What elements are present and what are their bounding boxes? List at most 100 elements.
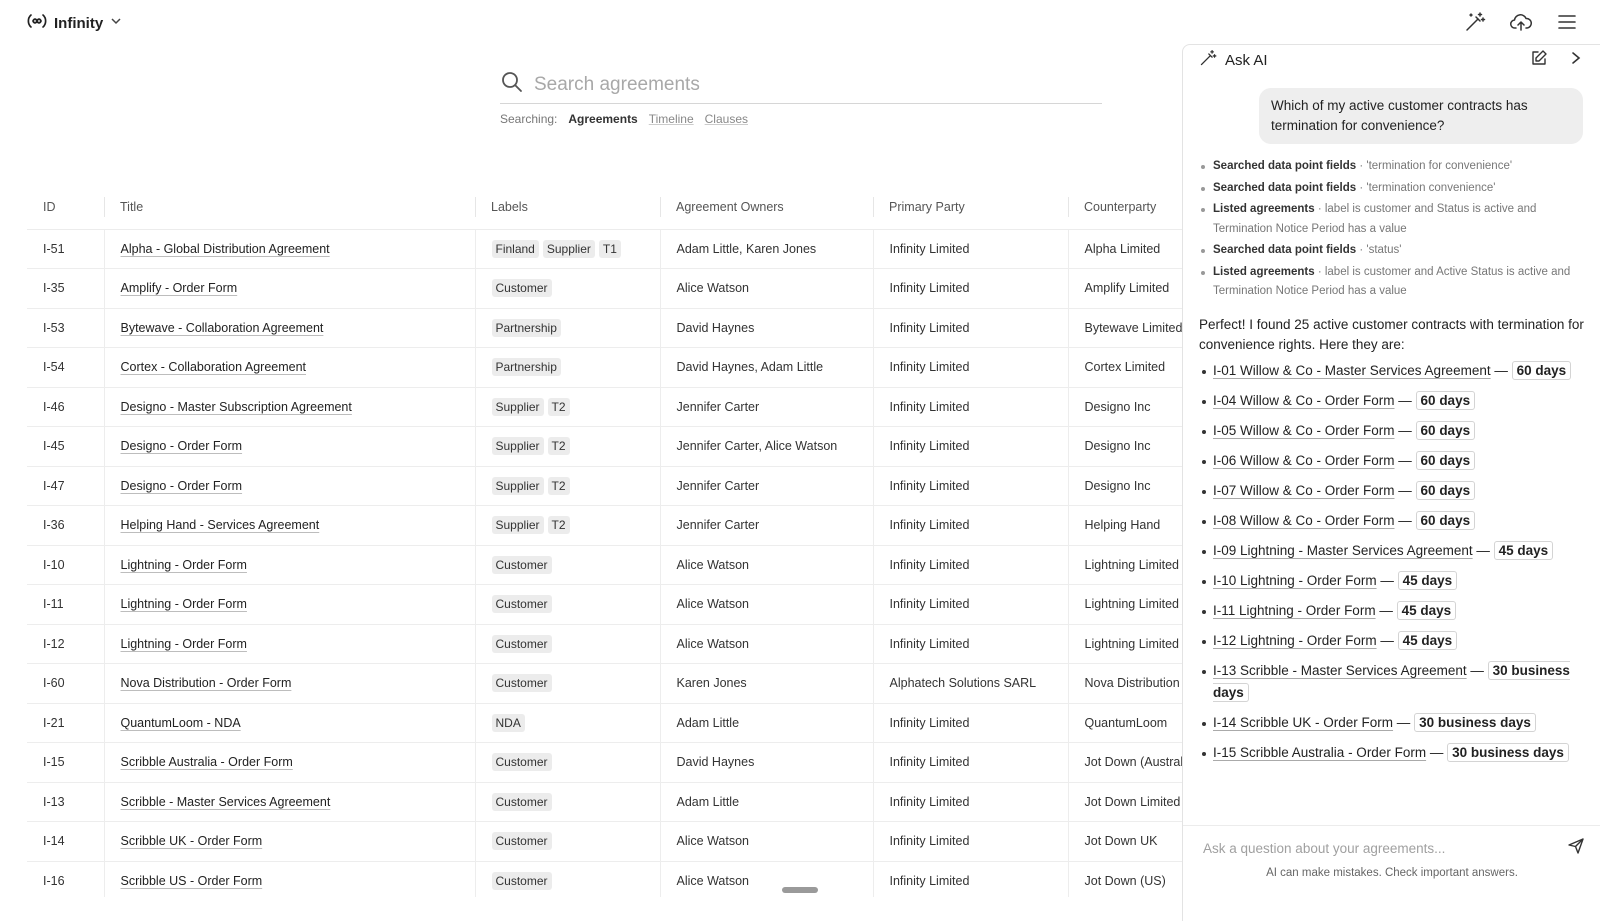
- workspace-switcher[interactable]: Infinity: [26, 10, 123, 37]
- label-tag[interactable]: Supplier: [491, 437, 544, 456]
- label-tag[interactable]: Finland: [491, 239, 539, 258]
- agreement-title-link[interactable]: Bytewave - Collaboration Agreement: [121, 321, 324, 335]
- label-tag[interactable]: Supplier: [491, 476, 544, 495]
- agreements-table-container[interactable]: ID Title Labels Agreement Owners Primary…: [27, 185, 1184, 897]
- agreement-link[interactable]: I-06 Willow & Co - Order Form: [1213, 453, 1395, 468]
- agreement-title-link[interactable]: Scribble UK - Order Form: [121, 834, 263, 848]
- scope-timeline[interactable]: Timeline: [649, 112, 694, 126]
- label-tag[interactable]: NDA: [491, 713, 525, 732]
- agreement-link[interactable]: I-05 Willow & Co - Order Form: [1213, 423, 1395, 438]
- agreement-link[interactable]: I-11 Lightning - Order Form: [1213, 603, 1376, 618]
- agreement-link[interactable]: I-10 Lightning - Order Form: [1213, 573, 1377, 588]
- agreement-title-link[interactable]: Designo - Order Form: [121, 439, 243, 453]
- label-tag[interactable]: Customer: [491, 595, 552, 614]
- drag-handle[interactable]: [782, 887, 818, 893]
- agreement-title-link[interactable]: Lightning - Order Form: [121, 558, 247, 572]
- agreement-link[interactable]: I-07 Willow & Co - Order Form: [1213, 483, 1395, 498]
- column-header-id[interactable]: ID: [27, 185, 104, 230]
- label-tag[interactable]: T1: [598, 239, 621, 258]
- magic-wand-icon: [1199, 49, 1217, 72]
- agreement-link[interactable]: I-09 Lightning - Master Services Agreeme…: [1213, 543, 1473, 558]
- agreement-title-link[interactable]: Designo - Master Subscription Agreement: [121, 400, 352, 414]
- send-icon[interactable]: [1567, 837, 1585, 860]
- agreement-title-link[interactable]: Nova Distribution - Order Form: [121, 676, 292, 690]
- label-tag[interactable]: Customer: [491, 792, 552, 811]
- table-row[interactable]: I-51 Alpha - Global Distribution Agreemen…: [27, 229, 1184, 269]
- table-row[interactable]: I-60 Nova Distribution - Order Form Custom…: [27, 663, 1184, 704]
- agreement-link[interactable]: I-08 Willow & Co - Order Form: [1213, 513, 1395, 528]
- agreement-title-link[interactable]: Lightning - Order Form: [121, 597, 247, 611]
- agreement-link[interactable]: I-04 Willow & Co - Order Form: [1213, 393, 1395, 408]
- label-tag[interactable]: T2: [547, 516, 570, 535]
- label-tag[interactable]: Supplier: [491, 397, 544, 416]
- table-row[interactable]: I-16 Scribble US - Order Form Customer Alic…: [27, 861, 1184, 897]
- table-row[interactable]: I-45 Designo - Order Form Supplier T2 Jennif…: [27, 426, 1184, 467]
- agreement-title-link[interactable]: Helping Hand - Services Agreement: [121, 518, 320, 532]
- chevron-right-icon[interactable]: [1568, 49, 1584, 72]
- table-row[interactable]: I-12 Lightning - Order Form Customer Alice …: [27, 624, 1184, 664]
- table-row[interactable]: I-21 QuantumLoom - NDA NDA Adam Little Infin…: [27, 703, 1184, 743]
- scope-clauses[interactable]: Clauses: [705, 112, 748, 126]
- cloud-upload-icon[interactable]: [1508, 9, 1534, 35]
- hamburger-menu-icon[interactable]: [1554, 9, 1580, 35]
- top-actions: [1462, 9, 1580, 35]
- label-tag[interactable]: Customer: [491, 753, 552, 772]
- search-input[interactable]: [534, 73, 1074, 96]
- label-tag[interactable]: Customer: [491, 555, 552, 574]
- column-header-counterparty[interactable]: Counterparty: [1068, 185, 1184, 230]
- column-header-labels[interactable]: Labels: [475, 185, 660, 230]
- table-row[interactable]: I-13 Scribble - Master Services Agreement…: [27, 782, 1184, 822]
- label-tag[interactable]: T2: [547, 476, 570, 495]
- agreement-title-link[interactable]: Lightning - Order Form: [121, 637, 247, 651]
- table-row[interactable]: I-14 Scribble UK - Order Form Customer Alic…: [27, 821, 1184, 862]
- table-row[interactable]: I-36 Helping Hand - Services Agreement Sup…: [27, 505, 1184, 546]
- cell-title: Designo - Order Form: [103, 426, 475, 467]
- label-tag[interactable]: Customer: [491, 634, 552, 653]
- table-row[interactable]: I-15 Scribble Australia - Order Form Custo…: [27, 742, 1184, 783]
- table-row[interactable]: I-11 Lightning - Order Form Customer Alice …: [27, 584, 1184, 625]
- table-row[interactable]: I-54 Cortex - Collaboration Agreement Part…: [27, 347, 1184, 388]
- agreement-title-link[interactable]: Scribble US - Order Form: [121, 874, 263, 888]
- agreement-title-link[interactable]: Cortex - Collaboration Agreement: [121, 360, 307, 374]
- ai-question-input[interactable]: [1203, 841, 1567, 856]
- agreement-link[interactable]: I-12 Lightning - Order Form: [1213, 633, 1377, 648]
- agreement-title-link[interactable]: Alpha - Global Distribution Agreement: [121, 242, 330, 256]
- cell-owners: David Haynes, Adam Little: [659, 347, 873, 388]
- table-row[interactable]: I-53 Bytewave - Collaboration Agreement Pa…: [27, 308, 1184, 348]
- agreement-title-link[interactable]: QuantumLoom - NDA: [121, 716, 241, 730]
- agreement-title-link[interactable]: Designo - Order Form: [121, 479, 243, 493]
- edit-icon[interactable]: [1530, 49, 1548, 72]
- column-header-owners[interactable]: Agreement Owners: [660, 185, 873, 230]
- agreement-title-link[interactable]: Amplify - Order Form: [121, 281, 238, 295]
- table-row[interactable]: I-35 Amplify - Order Form Customer Alice Wa…: [27, 268, 1184, 309]
- label-tag[interactable]: T2: [547, 397, 570, 416]
- agreement-link[interactable]: I-13 Scribble - Master Services Agreemen…: [1213, 663, 1467, 678]
- label-tag[interactable]: Customer: [491, 871, 552, 890]
- table-row[interactable]: I-10 Lightning - Order Form Customer Alice …: [27, 545, 1184, 585]
- table-row[interactable]: I-46 Designo - Master Subscription Agreem…: [27, 387, 1184, 427]
- label-tag[interactable]: T2: [547, 437, 570, 456]
- label-tag[interactable]: Supplier: [542, 239, 595, 258]
- table-row[interactable]: I-47 Designo - Order Form Supplier T2 Jennif…: [27, 466, 1184, 506]
- label-tag[interactable]: Supplier: [491, 516, 544, 535]
- label-tag[interactable]: Customer: [491, 832, 552, 851]
- agreement-link[interactable]: I-14 Scribble UK - Order Form: [1213, 715, 1393, 730]
- column-header-primary-party[interactable]: Primary Party: [873, 185, 1068, 230]
- cell-id: I-14: [27, 821, 104, 862]
- agreement-title-link[interactable]: Scribble Australia - Order Form: [121, 755, 293, 769]
- cell-title: Lightning - Order Form: [103, 624, 475, 664]
- cell-owners: Karen Jones: [659, 663, 873, 704]
- column-header-title[interactable]: Title: [104, 185, 475, 230]
- label-tag[interactable]: Customer: [491, 279, 552, 298]
- agreement-title-link[interactable]: Scribble - Master Services Agreement: [121, 795, 331, 809]
- cell-counterparty: Designo Inc: [1067, 387, 1184, 427]
- ai-step-detail: · 'termination convenience': [1356, 181, 1496, 194]
- label-tag[interactable]: Customer: [491, 674, 552, 693]
- agreement-link[interactable]: I-01 Willow & Co - Master Services Agree…: [1213, 363, 1491, 378]
- label-tag[interactable]: Partnership: [491, 358, 561, 377]
- scope-agreements[interactable]: Agreements: [568, 112, 637, 126]
- magic-wand-icon[interactable]: [1462, 9, 1488, 35]
- agreement-link[interactable]: I-15 Scribble Australia - Order Form: [1213, 745, 1426, 760]
- label-tag[interactable]: Partnership: [491, 318, 561, 337]
- cell-labels: Customer: [474, 663, 660, 704]
